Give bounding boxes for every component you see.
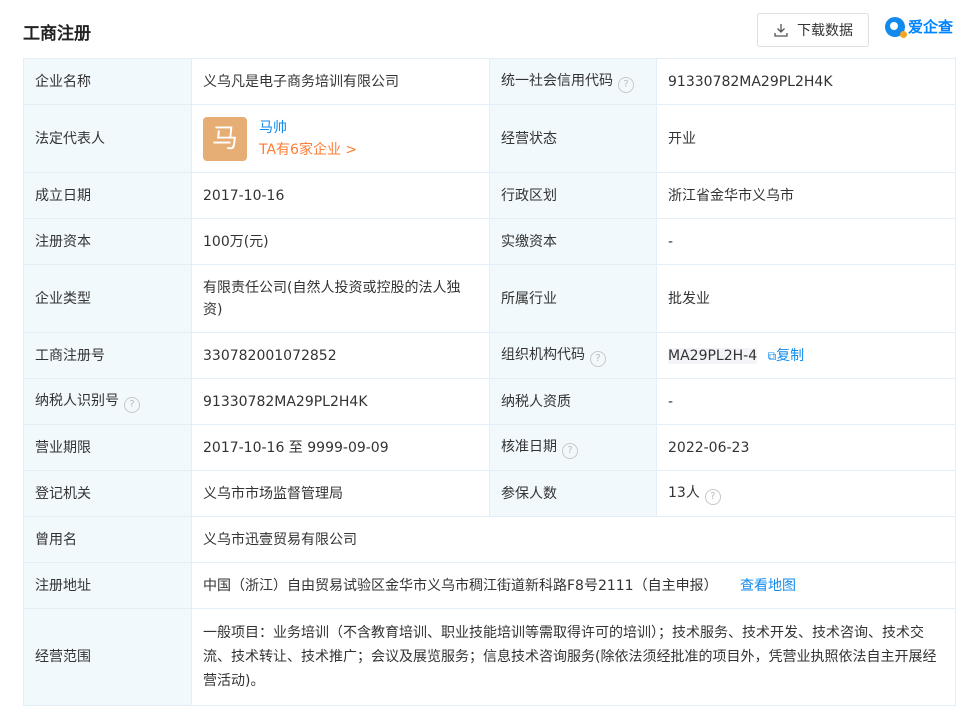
view-map-link[interactable]: 查看地图 [740,578,796,594]
table-row: 成立日期 2017-10-16 行政区划 浙江省金华市义乌市 [23,172,956,219]
table-row: 法定代表人 马 马帅 TA有6家企业 > 经营状态 开业 [23,104,956,173]
table-row: 营业期限 2017-10-16 至 9999-09-09 核准日期? 2022-… [23,424,956,471]
table-row: 曾用名 义乌市迅壹贸易有限公司 [23,516,956,563]
question-circle-icon[interactable]: ? [704,489,721,505]
address-label: 注册地址 [23,562,192,609]
table-row: 企业类型 有限责任公司(自然人投资或控股的法人独资) 所属行业 批发业 [23,264,956,333]
org-code-label: 组织机构代码? [489,332,657,379]
legal-rep-value: 马 马帅 TA有6家企业 > [191,104,490,173]
address-value: 中国（浙江）自由贸易试验区金华市义乌市稠江街道新科路F8号2111（自主申报） … [191,562,956,609]
table-row: 工商注册号 330782001072852 组织机构代码? MA29PL2H-4… [23,332,956,379]
taxpayer-qual-value: - [656,378,956,425]
industry-label: 所属行业 [489,264,657,333]
table-row: 注册资本 100万(元) 实缴资本 - [23,218,956,265]
download-data-label: 下载数据 [797,23,853,39]
table-row: 经营范围 一般项目：业务培训（不含教育培训、职业技能培训等需取得许可的培训）；技… [23,608,956,706]
question-circle-icon[interactable]: ? [124,397,140,413]
org-code-text: MA29PL2H-4 [668,347,758,364]
status-value: 开业 [656,104,956,173]
region-label: 行政区划 [489,172,657,219]
reg-capital-value: 100万(元) [191,218,490,265]
copy-icon: ⧉ [767,348,777,363]
company-type-value: 有限责任公司(自然人投资或控股的法人独资) [191,264,490,333]
aiqicha-logo[interactable]: 爱企查 [885,16,954,38]
taxpayer-qual-label: 纳税人资质 [489,378,657,425]
table-row: 纳税人识别号? 91330782MA29PL2H4K 纳税人资质 - [23,378,956,425]
legal-rep-label: 法定代表人 [23,104,192,173]
insured-label: 参保人数 [489,470,657,517]
authority-value: 义乌市市场监督管理局 [191,470,490,517]
download-data-button[interactable]: 下载数据 [757,13,869,47]
scope-label: 经营范围 [23,608,192,706]
scope-value: 一般项目：业务培训（不含教育培训、职业技能培训等需取得许可的培训）；技术服务、技… [191,608,956,706]
table-row: 企业名称 义乌凡是电子商务培训有限公司 统一社会信用代码? 91330782MA… [23,58,956,105]
region-value: 浙江省金华市义乌市 [656,172,956,219]
business-registration-table: 企业名称 义乌凡是电子商务培训有限公司 统一社会信用代码? 91330782MA… [23,58,956,706]
avatar[interactable]: 马 [203,116,247,161]
reg-capital-label: 注册资本 [23,218,192,265]
aiqicha-logo-icon [885,16,907,38]
taxpayer-id-label: 纳税人识别号? [23,378,192,425]
credit-code-value: 91330782MA29PL2H4K [656,58,956,105]
download-icon [773,22,789,38]
reg-no-value: 330782001072852 [191,332,490,379]
reg-no-label: 工商注册号 [23,332,192,379]
section-header: 工商注册 下载数据 爱企查 [0,0,967,58]
aiqicha-logo-text: 爱企查 [908,18,954,36]
former-name-label: 曾用名 [23,516,192,563]
taxpayer-id-value: 91330782MA29PL2H4K [191,378,490,425]
approval-date-label: 核准日期? [489,424,657,471]
status-label: 经营状态 [489,104,657,173]
industry-value: 批发业 [656,264,956,333]
table-row: 注册地址 中国（浙江）自由贸易试验区金华市义乌市稠江街道新科路F8号2111（自… [23,562,956,609]
page-title: 工商注册 [23,24,91,44]
legal-rep-name-link[interactable]: 马帅 [259,117,357,139]
term-value: 2017-10-16 至 9999-09-09 [191,424,490,471]
established-label: 成立日期 [23,172,192,219]
company-name-value: 义乌凡是电子商务培训有限公司 [191,58,490,105]
insured-value: 13人? [656,470,956,517]
question-circle-icon[interactable]: ? [618,77,634,93]
paid-capital-value: - [656,218,956,265]
table-row: 登记机关 义乌市市场监督管理局 参保人数 13人? [23,470,956,517]
company-name-label: 企业名称 [23,58,192,105]
approval-date-value: 2022-06-23 [656,424,956,471]
org-code-value: MA29PL2H-4 ⧉复制 [656,332,956,379]
legal-rep-companies-link[interactable]: TA有6家企业 > [259,139,357,161]
paid-capital-label: 实缴资本 [489,218,657,265]
former-name-value: 义乌市迅壹贸易有限公司 [191,516,956,563]
copy-button[interactable]: ⧉复制 [768,348,805,364]
question-circle-icon[interactable]: ? [562,443,578,459]
credit-code-label: 统一社会信用代码? [489,58,657,105]
term-label: 营业期限 [23,424,192,471]
authority-label: 登记机关 [23,470,192,517]
established-value: 2017-10-16 [191,172,490,219]
question-circle-icon[interactable]: ? [590,351,606,367]
company-type-label: 企业类型 [23,264,192,333]
